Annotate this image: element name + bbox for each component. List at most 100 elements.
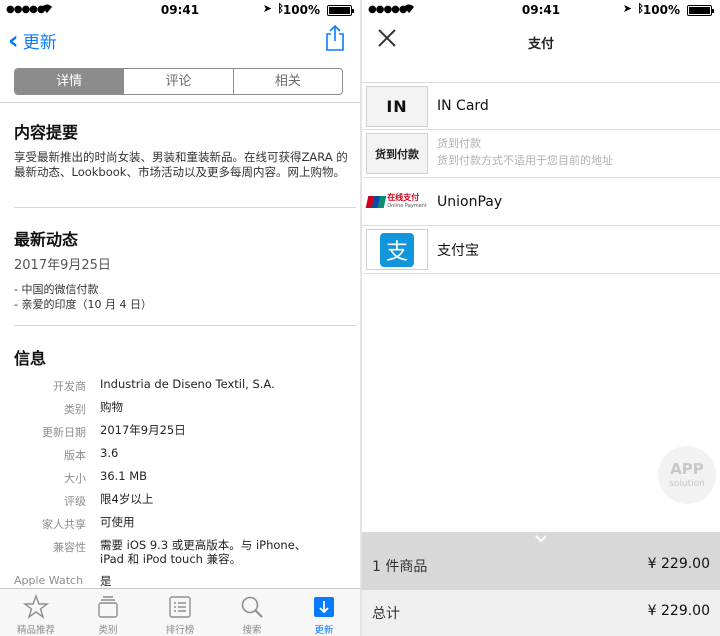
divider xyxy=(14,325,356,326)
tab-reviews[interactable]: 评论 xyxy=(124,69,234,94)
battery-percent: 100% xyxy=(282,3,320,17)
back-label: 更新 xyxy=(22,33,57,53)
info-key: 家人共享 xyxy=(42,518,86,531)
tab-label: 类别 xyxy=(98,625,118,636)
cash-on-delivery-logo: 货到付款 xyxy=(366,133,428,174)
payment-screen: ●●●●● 09:41 ➤ ᛒ 100% 支付 IN IN Card 货到付款 … xyxy=(362,0,720,636)
payment-name: 支付宝 xyxy=(437,242,479,259)
payment-option-alipay[interactable]: 支 支付宝 xyxy=(362,226,720,274)
content-summary-text: 享受最新推出的时尚女装、男装和童装新品。在线可获得ZARA 的最新动态、Look… xyxy=(14,150,348,179)
info-row-compatibility: 兼容性 需要 iOS 9.3 或更高版本。与 iPhone、iPad 和 iPod… xyxy=(0,537,360,571)
info-title: 信息 xyxy=(14,349,47,368)
payment-name-disabled: 货到付款 xyxy=(437,137,481,150)
app-details-screen: ●●●●● 09:41 ➤ ᛒ 100% ‹ 更新 详情 评论 相关 内容提要 … xyxy=(0,0,360,636)
chevron-down-icon[interactable] xyxy=(362,532,720,546)
info-row-category: 类别 购物 xyxy=(0,399,360,422)
info-row-developer: 开发商 Industria de Diseno Textil, S.A. xyxy=(0,376,360,399)
info-row-size: 大小 36.1 MB xyxy=(0,468,360,491)
tab-label: 精品推荐 xyxy=(16,625,55,636)
back-button[interactable]: ‹ 更新 xyxy=(8,25,57,56)
info-value: 2017年9月25日 xyxy=(100,423,186,437)
info-row-family-sharing: 家人共享 可使用 xyxy=(0,514,360,537)
tab-details[interactable]: 详情 xyxy=(15,69,125,94)
note-item: - 亲爱的印度（10 月 4 日） xyxy=(14,298,152,311)
status-bar: ●●●●● 09:41 ➤ ᛒ 100% xyxy=(362,0,720,20)
alipay-icon: 支 xyxy=(380,232,414,267)
tabbar-item-top-charts[interactable]: 排行榜 xyxy=(144,589,216,636)
in-card-logo: IN xyxy=(366,86,428,127)
info-key: 版本 xyxy=(64,449,86,462)
categories-icon xyxy=(95,593,121,621)
info-value: 3.6 xyxy=(100,446,119,460)
payment-option-unionpay[interactable]: 在线支付 Online Payment UnionPay xyxy=(362,178,720,226)
watermark-line: APP xyxy=(670,460,704,478)
tab-label: 排行榜 xyxy=(165,625,195,636)
order-summary: 1 件商品 ¥ 229.00 总计 ¥ 229.00 xyxy=(362,532,720,636)
watermark-line: solution xyxy=(669,479,705,489)
info-row-updated: 更新日期 2017年9月25日 xyxy=(0,422,360,445)
info-value: 36.1 MB xyxy=(100,469,148,483)
info-value: 需要 iOS 9.3 或更高版本。与 iPhone、iPad 和 iPod to… xyxy=(100,538,307,566)
battery-percent: 100% xyxy=(642,3,680,17)
tab-related[interactable]: 相关 xyxy=(234,69,342,94)
page-title: 支付 xyxy=(527,37,554,52)
segmented-control: 详情 评论 相关 xyxy=(14,68,343,95)
alipay-logo: 支 xyxy=(366,229,428,270)
star-icon xyxy=(23,593,49,621)
location-icon: ➤ xyxy=(262,2,272,15)
search-icon xyxy=(239,593,265,621)
location-icon: ➤ xyxy=(622,2,632,15)
watermark-logo: APP solution xyxy=(658,446,716,504)
chevron-left-icon: ‹ xyxy=(8,25,19,56)
status-bar: ●●●●● 09:41 ➤ ᛒ 100% xyxy=(0,0,360,20)
divider xyxy=(14,207,356,208)
tab-bar: 精品推荐 类别 排行榜 搜索 更新 xyxy=(0,588,360,636)
payment-option-in-card[interactable]: IN IN Card xyxy=(362,82,720,130)
items-label: 1 件商品 xyxy=(372,559,428,575)
info-key: 大小 xyxy=(64,472,86,485)
info-key: 类别 xyxy=(64,403,86,416)
items-row: 1 件商品 ¥ 229.00 xyxy=(362,548,720,588)
divider xyxy=(0,102,360,103)
logo-subtext: Online Payment xyxy=(387,202,427,209)
info-row-rating: 评级 限4岁以上 xyxy=(0,491,360,514)
tabbar-item-featured[interactable]: 精品推荐 xyxy=(0,589,72,636)
share-icon[interactable] xyxy=(324,24,346,56)
info-value: Industria de Diseno Textil, S.A. xyxy=(100,377,275,391)
info-value: 可使用 xyxy=(100,515,135,529)
payment-option-cash-on-delivery: 货到付款 货到付款 货到付款方式不适用于您目前的地址 xyxy=(362,130,720,178)
payment-method-list: IN IN Card 货到付款 货到付款 货到付款方式不适用于您目前的地址 在线… xyxy=(362,82,720,274)
info-row-version: 版本 3.6 xyxy=(0,445,360,468)
info-key: 开发商 xyxy=(53,380,86,393)
info-value: 是 xyxy=(100,574,112,588)
battery-icon xyxy=(327,5,354,16)
logo-text: 在线支付 xyxy=(387,192,420,202)
info-key: 评级 xyxy=(64,495,86,508)
logo-text: IN xyxy=(386,97,408,116)
whats-new-title: 最新动态 xyxy=(14,230,79,249)
info-key: Apple Watch xyxy=(14,574,84,587)
tabbar-item-search[interactable]: 搜索 xyxy=(216,589,288,636)
content-summary-title: 内容提要 xyxy=(14,123,79,142)
payment-name: UnionPay xyxy=(437,193,503,210)
info-key: 兼容性 xyxy=(53,541,86,554)
info-value: 购物 xyxy=(100,400,123,414)
updates-icon xyxy=(311,593,337,621)
info-value: 限4岁以上 xyxy=(100,492,154,506)
tab-label: 搜索 xyxy=(242,625,262,636)
total-price: ¥ 229.00 xyxy=(647,603,710,619)
items-price: ¥ 229.00 xyxy=(647,556,710,572)
battery-icon xyxy=(687,5,714,16)
nav-bar: ‹ 更新 xyxy=(0,20,360,64)
unionpay-logo: 在线支付 Online Payment xyxy=(365,181,428,222)
tab-label: 更新 xyxy=(314,625,334,636)
note-item: - 中国的微信付款 xyxy=(14,283,99,296)
tabbar-item-updates[interactable]: 更新 xyxy=(288,589,360,636)
info-key: 更新日期 xyxy=(42,426,86,439)
unionpay-mark-icon xyxy=(365,195,387,208)
logo-text: 货到付款 xyxy=(375,147,419,161)
list-icon xyxy=(167,593,193,621)
info-table: 开发商 Industria de Diseno Textil, S.A. 类别 购物… xyxy=(0,376,360,571)
tabbar-item-categories[interactable]: 类别 xyxy=(72,589,144,636)
whats-new-date: 2017年9月25日 xyxy=(14,258,111,273)
